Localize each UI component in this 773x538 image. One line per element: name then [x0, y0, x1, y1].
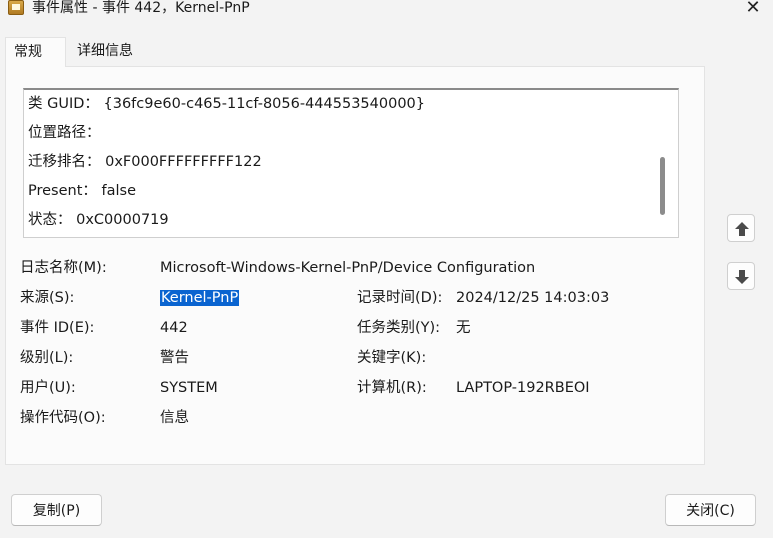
close-button[interactable]: 关闭(C) — [665, 494, 756, 526]
logged-value: 2024/12/25 14:03:03 — [456, 290, 610, 306]
task-category-value: 无 — [456, 320, 471, 336]
description-line: 状态： 0xC0000719 — [28, 212, 169, 228]
user-value: SYSTEM — [160, 380, 218, 396]
logged-label: 记录时间(D): — [357, 290, 443, 306]
previous-event-button[interactable] — [727, 214, 755, 242]
keywords-label: 关键字(K): — [357, 350, 427, 366]
close-window-icon[interactable]: ✕ — [741, 0, 765, 20]
event-viewer-app-icon — [8, 0, 24, 15]
copy-button[interactable]: 复制(P) — [11, 494, 102, 526]
arrow-up-icon — [735, 222, 749, 236]
log-name-value: Microsoft-Windows-Kernel-PnP/Device Conf… — [160, 260, 536, 276]
event-description-box[interactable]: 类 GUID： {36fc9e60-c465-11cf-8056-4445535… — [23, 88, 679, 238]
level-label: 级别(L): — [20, 350, 74, 366]
arrow-down-icon — [735, 270, 749, 284]
description-line: 类 GUID： {36fc9e60-c465-11cf-8056-4445535… — [28, 96, 426, 112]
event-id-value: 442 — [160, 320, 188, 336]
opcode-value: 信息 — [160, 410, 189, 426]
description-scrollbar-thumb[interactable] — [660, 157, 665, 215]
tab-general[interactable]: 常规 — [5, 37, 66, 67]
source-label: 来源(S): — [20, 290, 75, 306]
user-label: 用户(U): — [20, 380, 76, 396]
source-value-selected-text[interactable]: Kernel-PnP — [160, 290, 240, 306]
description-line: Present： false — [28, 183, 137, 199]
task-category-label: 任务类别(Y): — [357, 320, 441, 336]
level-value: 警告 — [160, 350, 189, 366]
window-title: 事件属性 - 事件 442，Kernel-PnP — [32, 0, 250, 16]
log-name-label: 日志名称(M): — [20, 260, 107, 276]
title-bar: 事件属性 - 事件 442，Kernel-PnP ✕ — [0, 0, 773, 22]
next-event-button[interactable] — [727, 262, 755, 290]
source-value[interactable]: Kernel-PnP — [160, 287, 240, 309]
computer-value: LAPTOP-192RBEOI — [456, 380, 590, 396]
description-line: 迁移排名： 0xF000FFFFFFFFF122 — [28, 154, 262, 170]
opcode-label: 操作代码(O): — [20, 410, 106, 426]
tab-details[interactable]: 详细信息 — [69, 37, 145, 67]
tab-strip: 常规 详细信息 — [5, 37, 705, 67]
general-panel: 类 GUID： {36fc9e60-c465-11cf-8056-4445535… — [5, 66, 705, 465]
event-id-label: 事件 ID(E): — [20, 320, 95, 336]
description-line: 位置路径： — [28, 125, 101, 141]
computer-label: 计算机(R): — [357, 380, 427, 396]
